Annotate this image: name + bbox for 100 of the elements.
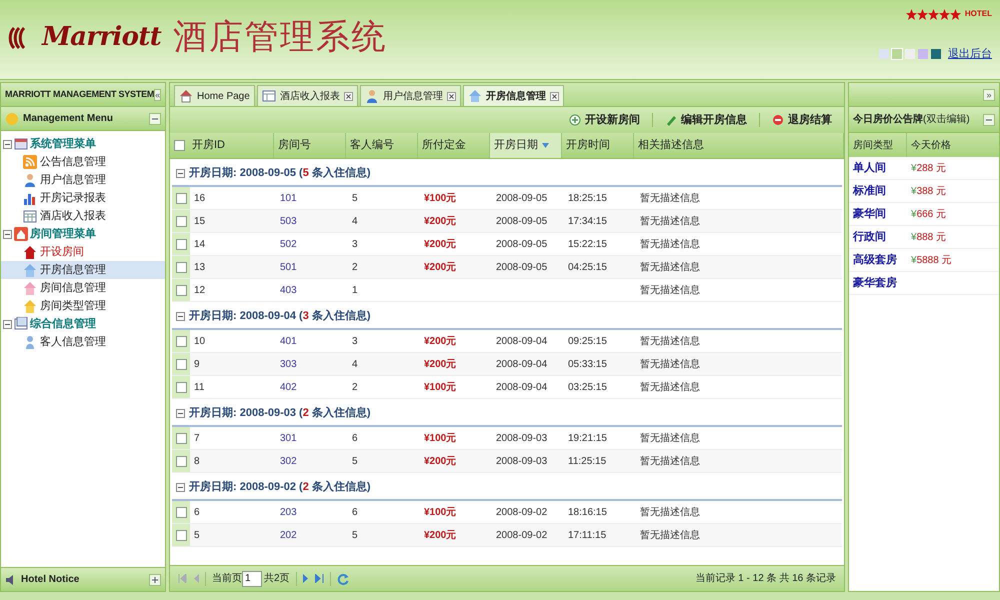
close-icon[interactable] [344, 92, 353, 100]
menu-item[interactable]: 客人信息管理 [1, 333, 165, 351]
menu-item[interactable]: 开房信息管理 [1, 261, 165, 279]
table-cell-text: 暂无描述信息 [640, 454, 700, 468]
menu-item[interactable]: 房间类型管理 [1, 297, 165, 315]
collapse-icon[interactable] [176, 482, 185, 492]
first-page-icon[interactable] [178, 574, 187, 583]
row-checkbox[interactable] [176, 284, 186, 296]
last-page-icon[interactable] [314, 574, 324, 583]
toolbar-button[interactable]: 退房结算 [768, 110, 836, 130]
theme-swatch[interactable] [931, 49, 941, 60]
table-cell-text: 6 [352, 432, 358, 446]
collapse-icon[interactable] [176, 312, 185, 320]
table-cell-text: 2 [352, 260, 358, 274]
folder-icon [14, 317, 28, 331]
table-cell-text: 303 [280, 358, 297, 372]
theme-swatch[interactable] [879, 49, 889, 60]
row-checkbox[interactable] [176, 192, 186, 204]
star-icon [938, 8, 950, 20]
column-header[interactable]: 客人编号 [346, 133, 418, 158]
menu-group[interactable]: 房间管理菜单 [30, 226, 96, 242]
row-checkbox[interactable] [176, 262, 186, 272]
tab[interactable]: Home Page [174, 85, 255, 106]
table-cell-text: 15 [194, 214, 206, 228]
collapse-icon[interactable] [176, 408, 185, 418]
table-cell-text: 暂无描述信息 [640, 528, 700, 542]
menu-item[interactable]: 公告信息管理 [1, 153, 165, 171]
table-cell-text: 403 [280, 284, 297, 298]
collapse-icon[interactable] [3, 140, 12, 148]
theme-swatch[interactable] [905, 49, 915, 60]
menu-item[interactable]: 房间信息管理 [1, 279, 165, 297]
collapse-icon[interactable] [176, 168, 185, 178]
refresh-icon[interactable] [336, 572, 349, 584]
row-checkbox[interactable] [176, 506, 186, 518]
theme-swatch[interactable] [892, 49, 902, 60]
row-checkbox[interactable] [176, 530, 186, 540]
column-header[interactable]: 房间号 [274, 133, 346, 158]
tab[interactable]: 开房信息管理 [462, 85, 564, 106]
page-input[interactable]: 1 [242, 570, 262, 586]
expand-button[interactable] [149, 574, 161, 586]
row-checkbox[interactable] [176, 432, 186, 444]
row-checkbox[interactable] [176, 456, 186, 466]
toolbar-button[interactable]: 编辑开房信息 [661, 110, 751, 130]
column-header[interactable]: 开房ID [188, 133, 274, 158]
column-header[interactable]: 今天价格 [907, 133, 999, 157]
table-cell-text: 202 [280, 528, 297, 542]
panel-title: 今日房价公告牌(双击编辑) [853, 112, 970, 127]
logo-text: Marriott [42, 21, 162, 54]
row-checkbox[interactable] [176, 358, 186, 370]
menu-item[interactable]: 开房记录报表 [1, 189, 165, 207]
column-header[interactable]: 房间类型 [849, 133, 907, 157]
collapse-icon[interactable] [3, 230, 12, 238]
collapse-button[interactable]: « [154, 88, 162, 100]
close-icon[interactable] [446, 92, 456, 100]
room-type: 高级套房 [853, 254, 897, 266]
column-header[interactable]: 开房日期 [490, 133, 562, 158]
previous-page-icon[interactable] [193, 574, 199, 583]
table-cell-text: 1 [352, 284, 358, 298]
logout-link[interactable]: 退出后台 [948, 46, 992, 62]
close-icon[interactable] [550, 92, 559, 100]
menu-group[interactable]: 系统管理菜单 [30, 136, 96, 152]
row-checkbox[interactable] [176, 382, 186, 392]
column-header[interactable]: 相关描述信息 [634, 133, 844, 158]
menu-item[interactable]: 开设房间 [1, 243, 165, 261]
row-checkbox[interactable] [176, 336, 186, 346]
tab[interactable]: 酒店收入报表 [256, 85, 358, 106]
user-icon [364, 89, 379, 103]
table-cell-text: 401 [280, 334, 297, 348]
tab[interactable]: 用户信息管理 [360, 85, 461, 106]
menu-item[interactable]: 酒店收入报表 [1, 207, 165, 225]
menu-item[interactable]: 用户信息管理 [1, 171, 165, 189]
table-cell-text: 18:25:15 [568, 192, 607, 206]
table-cell-text: 04:25:15 [568, 260, 607, 274]
theme-swatch[interactable] [918, 49, 928, 60]
expand-button[interactable]: » [983, 88, 995, 100]
table-cell-text: 302 [280, 454, 297, 468]
table-cell-text: ¥100元 [424, 192, 456, 206]
room-type: 标准间 [853, 184, 886, 197]
table-cell-text: ¥200元 [424, 214, 456, 228]
table-cell-text: ¥100元 [424, 432, 456, 446]
row-checkbox[interactable] [176, 216, 186, 226]
table-cell-text: 11 [194, 380, 204, 394]
next-page-icon[interactable] [302, 574, 309, 583]
table-cell-text: 暂无描述信息 [640, 334, 700, 348]
menu-group[interactable]: 综合信息管理 [30, 316, 96, 332]
column-header[interactable]: 开房时间 [562, 133, 634, 158]
page-total: 共2页 [264, 572, 290, 586]
table-cell-text: 4 [352, 358, 358, 372]
panel-title: MARRIOTT MANAGEMENT SYSTEM [5, 88, 154, 101]
collapse-button[interactable] [983, 114, 995, 126]
table-cell-text: ¥200元 [424, 260, 456, 274]
toolbar-button[interactable]: 开设新房间 [565, 110, 644, 130]
minus-icon [152, 116, 158, 122]
table-cell-text: 6 [352, 506, 358, 520]
row-checkbox[interactable] [176, 238, 186, 250]
collapse-button[interactable] [149, 112, 161, 124]
table-cell-text: ¥100元 [424, 506, 456, 520]
select-all-checkbox[interactable] [174, 140, 184, 151]
collapse-icon[interactable] [3, 320, 12, 328]
table-cell-text: 4 [352, 214, 358, 228]
